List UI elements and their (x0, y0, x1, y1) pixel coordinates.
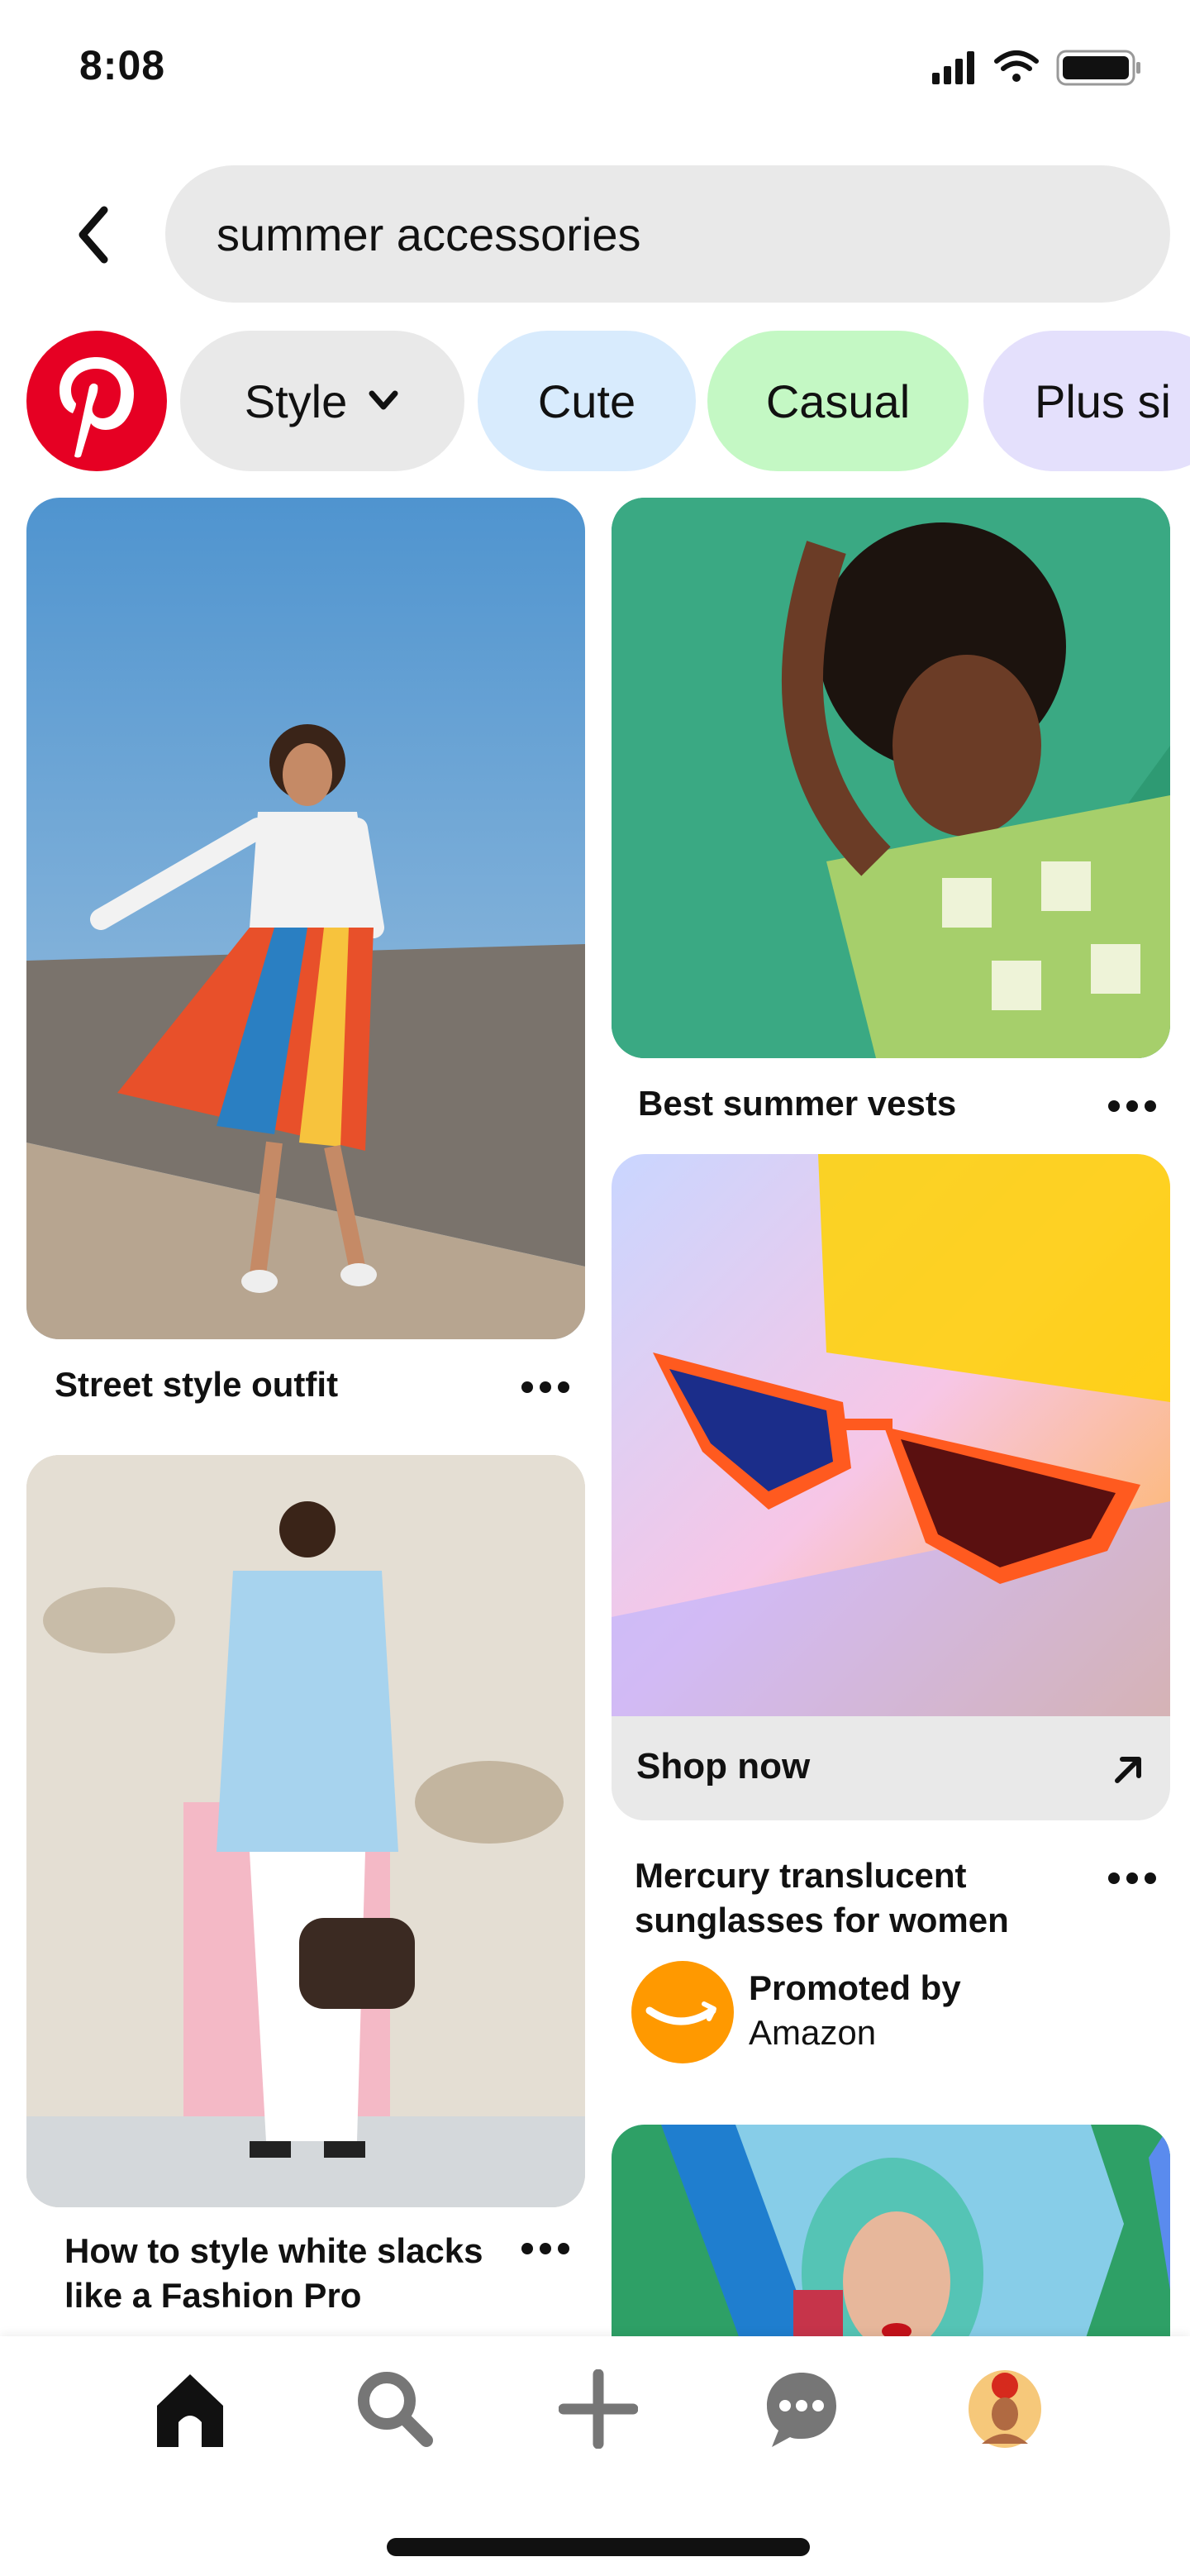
pin-caption: Best summer vests (638, 1084, 957, 1123)
pin-image-teal-hair[interactable] (612, 2125, 1170, 2373)
chip-label: Casual (765, 374, 911, 427)
more-options-icon[interactable] (1107, 1872, 1157, 1885)
back-button[interactable] (71, 203, 117, 266)
woman-striped-skirt-photo (26, 498, 585, 1339)
pin-caption: Street style outfit (55, 1365, 339, 1404)
plus-icon (559, 2369, 638, 2449)
promoted-label: Promoted by (749, 1968, 961, 2007)
more-options-icon[interactable] (521, 2242, 570, 2255)
chip-label: Cute (537, 374, 636, 427)
home-icon (157, 2374, 223, 2447)
chip-style[interactable]: Style (180, 331, 464, 471)
chip-label: Plus si (1035, 374, 1171, 427)
man-white-slacks-photo (26, 1455, 585, 2207)
pin-caption-line1: How to style white slacks (64, 2231, 483, 2270)
chip-label: Style (244, 374, 348, 427)
status-icons (932, 50, 1140, 86)
pin-title-line1: Mercury translucent (635, 1856, 967, 1895)
pin-caption-line2: like a Fashion Pro (64, 2276, 362, 2315)
avatar (969, 2370, 1041, 2448)
nav-create[interactable] (559, 2369, 638, 2449)
pin-image-sunglasses[interactable] (612, 1154, 1170, 1716)
wifi-icon (994, 50, 1039, 82)
more-options-icon[interactable] (1107, 1100, 1157, 1113)
pin-caption: How to style white slacks like a Fashion… (64, 2229, 483, 2318)
woman-checkered-vest-photo (612, 498, 1170, 1058)
search-input[interactable] (217, 165, 1126, 303)
shop-now-button[interactable]: Shop now (612, 1716, 1170, 1820)
chevron-down-icon (369, 390, 398, 410)
nav-profile[interactable] (967, 2369, 1043, 2449)
woman-teal-hair-photo (612, 2125, 1170, 2373)
chevron-left-icon (79, 206, 108, 264)
advertiser-avatar[interactable] (631, 1961, 734, 2063)
nav-home[interactable] (154, 2371, 226, 2447)
pin-title: Mercury translucent sunglasses for women (635, 1853, 1009, 1943)
cellular-signal-icon (932, 51, 974, 84)
chat-bubble-icon (767, 2373, 836, 2447)
chip-cute[interactable]: Cute (478, 331, 696, 471)
search-icon (358, 2372, 433, 2447)
advertiser-name[interactable]: Amazon (749, 2011, 961, 2055)
search-bar[interactable] (165, 165, 1170, 303)
chip-casual[interactable]: Casual (707, 331, 969, 471)
pin-image-summer-vests[interactable] (612, 498, 1170, 1058)
shop-now-label: Shop now (636, 1746, 811, 1787)
nav-search[interactable] (355, 2369, 435, 2449)
pin-image-street-style[interactable] (26, 498, 585, 1339)
chip-plus-size[interactable]: Plus si (983, 331, 1190, 471)
status-time: 8:08 (79, 42, 166, 88)
promoted-by: Promoted by Amazon (749, 1966, 961, 2055)
pin-title-line2: sunglasses for women (635, 1901, 1009, 1939)
pinterest-logo[interactable] (26, 331, 167, 471)
nav-messages[interactable] (764, 2369, 840, 2449)
home-indicator (387, 2538, 810, 2556)
orange-sunglasses-photo (612, 1154, 1170, 1716)
more-options-icon[interactable] (521, 1381, 570, 1394)
pin-image-white-slacks[interactable] (26, 1455, 585, 2207)
battery-icon (1056, 50, 1140, 86)
arrow-up-right-icon (1115, 1757, 1141, 1783)
